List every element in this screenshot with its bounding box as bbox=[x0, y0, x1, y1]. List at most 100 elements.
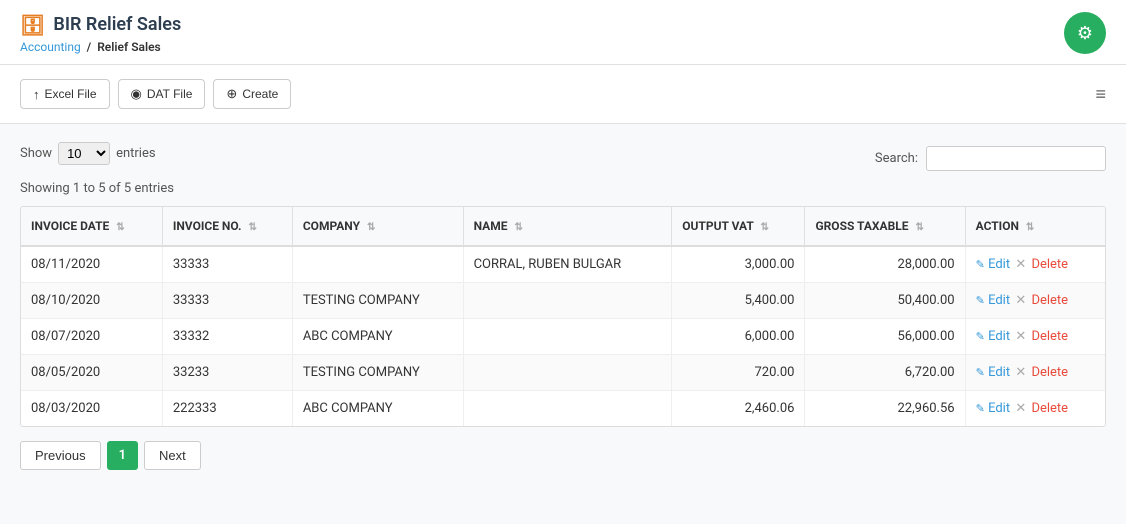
page-1-button[interactable]: 1 bbox=[107, 441, 138, 470]
cell-invoice-date: 08/05/2020 bbox=[21, 355, 162, 391]
cell-invoice-no: 33332 bbox=[162, 319, 292, 355]
edit-pencil-icon: ✎ bbox=[976, 294, 985, 307]
delete-link[interactable]: Delete bbox=[1031, 329, 1068, 344]
edit-pencil-icon: ✎ bbox=[976, 330, 985, 343]
cell-output-vat: 2,460.06 bbox=[672, 391, 805, 427]
edit-pencil-icon: ✎ bbox=[976, 366, 985, 379]
data-table-wrap: INVOICE DATE ⇅ INVOICE NO. ⇅ COMPANY ⇅ N… bbox=[20, 206, 1106, 427]
previous-button[interactable]: Previous bbox=[20, 441, 101, 470]
dat-icon: ◉ bbox=[131, 86, 142, 102]
avatar-button[interactable]: ⚙ bbox=[1064, 12, 1106, 54]
search-area: Search: bbox=[875, 146, 1106, 171]
delete-link[interactable]: Delete bbox=[1031, 365, 1068, 380]
col-invoice-no[interactable]: INVOICE NO. ⇅ bbox=[162, 207, 292, 246]
dat-btn-label: DAT File bbox=[147, 87, 193, 101]
cell-output-vat: 5,400.00 bbox=[672, 283, 805, 319]
excel-file-button[interactable]: ↑ Excel File bbox=[20, 79, 110, 109]
action-separator: ✕ bbox=[1015, 293, 1026, 308]
table-row: 08/05/2020 33233 TESTING COMPANY 720.00 … bbox=[21, 355, 1105, 391]
create-btn-label: Create bbox=[242, 87, 278, 101]
cell-name bbox=[463, 391, 672, 427]
breadcrumb-separator: / bbox=[84, 40, 98, 54]
sort-icon-output-vat: ⇅ bbox=[760, 222, 768, 233]
cell-company: TESTING COMPANY bbox=[292, 283, 463, 319]
sort-icon-invoice-date: ⇅ bbox=[116, 222, 124, 233]
edit-link[interactable]: Edit bbox=[988, 401, 1010, 416]
cell-gross-taxable: 50,400.00 bbox=[805, 283, 965, 319]
col-name-label: NAME bbox=[474, 219, 508, 233]
entries-label: entries bbox=[116, 146, 156, 161]
create-button[interactable]: ⊕ Create bbox=[213, 79, 291, 109]
sort-icon-company: ⇅ bbox=[367, 222, 375, 233]
pagination: Previous 1 Next bbox=[20, 441, 1106, 470]
edit-pencil-icon: ✎ bbox=[976, 402, 985, 415]
cell-gross-taxable: 56,000.00 bbox=[805, 319, 965, 355]
cell-output-vat: 6,000.00 bbox=[672, 319, 805, 355]
action-separator: ✕ bbox=[1015, 401, 1026, 416]
dat-file-button[interactable]: ◉ DAT File bbox=[118, 79, 206, 109]
sort-icon-name: ⇅ bbox=[514, 222, 522, 233]
search-label: Search: bbox=[875, 151, 918, 166]
col-company[interactable]: COMPANY ⇅ bbox=[292, 207, 463, 246]
header: 🗄 BIR Relief Sales Accounting / Relief S… bbox=[0, 0, 1126, 65]
col-action-label: ACTION bbox=[976, 219, 1019, 233]
cell-invoice-no: 33233 bbox=[162, 355, 292, 391]
table-row: 08/10/2020 33333 TESTING COMPANY 5,400.0… bbox=[21, 283, 1105, 319]
toolbar: ↑ Excel File ◉ DAT File ⊕ Create ≡ bbox=[0, 65, 1126, 124]
cell-action: ✎ Edit ✕ Delete bbox=[965, 355, 1105, 391]
col-invoice-no-label: INVOICE NO. bbox=[173, 219, 242, 233]
cell-name bbox=[463, 283, 672, 319]
cell-company: ABC COMPANY bbox=[292, 319, 463, 355]
col-invoice-date[interactable]: INVOICE DATE ⇅ bbox=[21, 207, 162, 246]
cell-invoice-no: 33333 bbox=[162, 283, 292, 319]
cell-name bbox=[463, 319, 672, 355]
col-name[interactable]: NAME ⇅ bbox=[463, 207, 672, 246]
cell-company: ABC COMPANY bbox=[292, 391, 463, 427]
col-output-vat-label: OUTPUT VAT bbox=[682, 219, 753, 233]
cell-output-vat: 720.00 bbox=[672, 355, 805, 391]
cell-output-vat: 3,000.00 bbox=[672, 246, 805, 283]
cell-invoice-date: 08/10/2020 bbox=[21, 283, 162, 319]
col-gross-taxable-label: GROSS TAXABLE bbox=[815, 219, 908, 233]
table-header-row: INVOICE DATE ⇅ INVOICE NO. ⇅ COMPANY ⇅ N… bbox=[21, 207, 1105, 246]
action-separator: ✕ bbox=[1015, 257, 1026, 272]
edit-pencil-icon: ✎ bbox=[976, 258, 985, 271]
col-gross-taxable[interactable]: GROSS TAXABLE ⇅ bbox=[805, 207, 965, 246]
cell-invoice-no: 222333 bbox=[162, 391, 292, 427]
edit-link[interactable]: Edit bbox=[988, 329, 1010, 344]
show-label: Show bbox=[20, 146, 52, 161]
delete-link[interactable]: Delete bbox=[1031, 293, 1068, 308]
controls-row: Show 10 25 50 100 entries Search: bbox=[20, 142, 1106, 175]
sort-icon-action: ⇅ bbox=[1026, 222, 1034, 233]
sort-icon-gross-taxable: ⇅ bbox=[915, 222, 923, 233]
cell-name bbox=[463, 355, 672, 391]
database-icon: 🗄 bbox=[20, 13, 45, 37]
table-row: 08/03/2020 222333 ABC COMPANY 2,460.06 2… bbox=[21, 391, 1105, 427]
entries-select[interactable]: 10 25 50 100 bbox=[58, 142, 110, 165]
delete-link[interactable]: Delete bbox=[1031, 401, 1068, 416]
search-input[interactable] bbox=[926, 146, 1106, 171]
breadcrumb-current: Relief Sales bbox=[97, 40, 161, 54]
table-row: 08/11/2020 33333 CORRAL, RUBEN BULGAR 3,… bbox=[21, 246, 1105, 283]
cell-action: ✎ Edit ✕ Delete bbox=[965, 283, 1105, 319]
cell-invoice-no: 33333 bbox=[162, 246, 292, 283]
col-company-label: COMPANY bbox=[303, 219, 360, 233]
excel-icon: ↑ bbox=[33, 87, 40, 102]
delete-link[interactable]: Delete bbox=[1031, 257, 1068, 272]
edit-link[interactable]: Edit bbox=[988, 257, 1010, 272]
cell-gross-taxable: 6,720.00 bbox=[805, 355, 965, 391]
app-title-text: BIR Relief Sales bbox=[53, 14, 181, 35]
create-icon: ⊕ bbox=[226, 86, 237, 102]
cell-name: CORRAL, RUBEN BULGAR bbox=[463, 246, 672, 283]
show-entries: Show 10 25 50 100 entries bbox=[20, 142, 156, 165]
menu-icon[interactable]: ≡ bbox=[1095, 84, 1106, 105]
breadcrumb-parent-link[interactable]: Accounting bbox=[20, 40, 81, 54]
col-output-vat[interactable]: OUTPUT VAT ⇅ bbox=[672, 207, 805, 246]
next-button[interactable]: Next bbox=[144, 441, 201, 470]
data-table: INVOICE DATE ⇅ INVOICE NO. ⇅ COMPANY ⇅ N… bbox=[21, 207, 1105, 426]
excel-btn-label: Excel File bbox=[45, 87, 97, 101]
edit-link[interactable]: Edit bbox=[988, 293, 1010, 308]
cell-gross-taxable: 28,000.00 bbox=[805, 246, 965, 283]
edit-link[interactable]: Edit bbox=[988, 365, 1010, 380]
cell-gross-taxable: 22,960.56 bbox=[805, 391, 965, 427]
